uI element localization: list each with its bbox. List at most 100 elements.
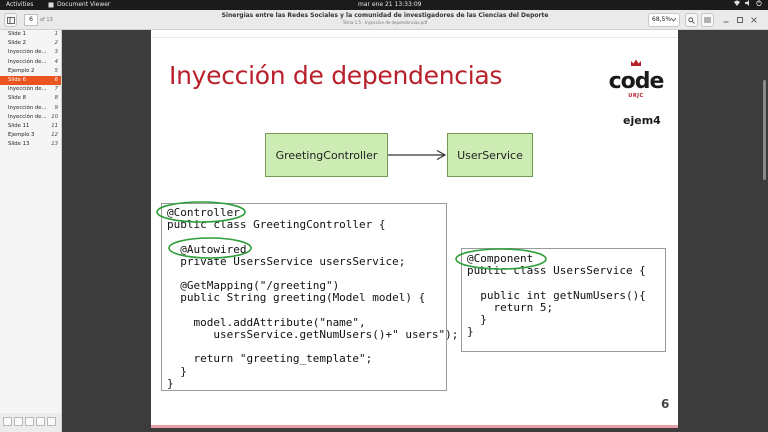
code-line: public class UsersService { — [467, 264, 646, 278]
document-viewer-icon — [48, 2, 54, 8]
service-code-block: @Component public class UsersService { pu… — [461, 248, 666, 352]
code-line: private UsersService usersService; — [167, 254, 406, 268]
code-line: @Controller — [167, 206, 240, 219]
attachments-mode-icon[interactable] — [36, 417, 45, 426]
user-service-box: UserService — [447, 133, 533, 177]
outline-item-page: 3 — [54, 49, 58, 56]
clock[interactable]: mar ene 21 13:33:09 — [358, 0, 421, 10]
system-tray[interactable] — [734, 0, 762, 6]
code-line: public String greeting(Model model) { — [167, 291, 426, 305]
thumbnails-mode-icon[interactable] — [3, 417, 12, 426]
outline-item-label: Slide 8 — [8, 95, 26, 102]
outline-mode-icon[interactable] — [14, 417, 23, 426]
app-name: Document Viewer — [57, 1, 111, 8]
zoom-selector[interactable]: 68,5% — [648, 13, 680, 27]
outline-item-page: 7 — [54, 86, 58, 93]
outline-item[interactable]: Inyección de... 10 — [0, 113, 61, 122]
volume-icon — [745, 0, 749, 6]
crown-icon — [631, 59, 641, 66]
example-tag: ejem4 — [623, 114, 661, 127]
close-button[interactable] — [748, 13, 759, 27]
sidebar-icon — [6, 16, 15, 24]
outline-item-page: 8 — [54, 95, 58, 102]
dependency-arrow — [388, 149, 447, 161]
search-icon — [688, 16, 695, 24]
logo-word: code — [608, 69, 665, 94]
outline-list: Slide 1 1 Slide 2 2 Inyección de... 3 Inyecció… — [0, 30, 61, 149]
power-icon — [756, 0, 762, 6]
outline-item[interactable]: Slide 8 8 — [0, 94, 61, 103]
greeting-controller-box: GreetingController — [265, 133, 388, 177]
close-icon — [750, 17, 757, 23]
previous-page-edge — [151, 30, 678, 38]
outline-item-page: 10 — [51, 113, 58, 120]
code-line: public class GreetingController { — [167, 218, 386, 232]
outline-item-page: 13 — [51, 141, 58, 148]
system-top-bar: Activities Document Viewer mar ene 21 13… — [0, 0, 768, 10]
hamburger-icon — [704, 17, 711, 23]
menu-button[interactable] — [701, 13, 714, 27]
maximize-button[interactable] — [734, 13, 745, 27]
code-line: } — [167, 364, 187, 378]
outline-item[interactable]: Inyección de... 9 — [0, 104, 61, 113]
controller-code-block: @Controller public class GreetingControll… — [161, 203, 458, 391]
pdf-page: Inyección de dependencias code URJC ejem… — [151, 30, 678, 428]
code-line: return 5; — [467, 300, 554, 314]
outline-item-page: 11 — [51, 122, 58, 129]
code-line: usersService.getNumUsers()+" users"); — [167, 328, 459, 341]
code-line: public int getNumUsers(){ — [467, 288, 646, 302]
code-line: @Component — [467, 252, 534, 265]
annotations-mode-icon[interactable] — [25, 417, 34, 426]
outline-item[interactable]: Inyección de... 7 — [0, 85, 61, 94]
slide-title: Inyección de dependencias — [169, 61, 503, 90]
outline-item-label: Slide 6 — [8, 76, 26, 83]
outline-item-page: 5 — [54, 67, 58, 74]
search-button[interactable] — [685, 13, 698, 27]
outline-item-label: Slide 1 — [8, 31, 26, 37]
outline-item[interactable]: Slide 11 11 — [0, 122, 61, 131]
layers-mode-icon[interactable] — [47, 417, 56, 426]
chevron-down-icon — [671, 18, 676, 22]
document-filename: Tema 1.5 - Inyeccion de dependencias.pdf — [342, 20, 428, 25]
activities-button[interactable]: Activities — [6, 0, 33, 10]
outline-item[interactable]: Ejemplo 3 12 — [0, 131, 61, 140]
minimize-button[interactable] — [720, 13, 731, 27]
outline-item-label: Ejemplo 3 — [8, 132, 35, 139]
page-number-input[interactable]: 6 — [24, 14, 38, 26]
outline-sidebar: Slide 1 1 Slide 2 2 Inyección de... 3 Inyecció… — [0, 30, 62, 413]
code-line: } — [467, 325, 474, 339]
outline-item[interactable]: Slide 1 1 — [0, 30, 61, 39]
outline-item[interactable]: Slide 13 13 — [0, 140, 61, 149]
outline-item-label: Inyección de... — [8, 58, 47, 65]
outline-item-label: Inyección de... — [8, 49, 47, 56]
outline-item[interactable]: Slide 6 6 — [0, 75, 61, 86]
slide-page-number: 6 — [661, 397, 670, 411]
toggle-sidebar-button[interactable] — [4, 13, 17, 27]
outline-item-label: Inyección de... — [8, 104, 47, 111]
outline-item-label: Slide 2 — [8, 40, 26, 47]
page-total-label: of 13 — [40, 17, 53, 23]
outline-item-label: Inyección de... — [8, 86, 47, 93]
code-line: model.addAttribute("name", — [167, 315, 366, 329]
code-line: return "greeting_template"; — [167, 352, 373, 366]
code-urjc-logo: code URJC — [606, 52, 666, 99]
outline-item-page: 2 — [54, 40, 58, 47]
outline-item[interactable]: Inyección de... 3 — [0, 48, 61, 57]
window-title: Sinergias entre las Redes Sociales y la … — [190, 12, 580, 26]
outline-item-label: Slide 13 — [8, 141, 30, 148]
outline-item-page: 12 — [51, 132, 58, 139]
app-menu[interactable]: Document Viewer — [48, 0, 110, 10]
outline-item-page: 9 — [54, 104, 58, 111]
minimize-icon — [723, 21, 728, 23]
vertical-scrollbar[interactable] — [763, 80, 766, 180]
code-line: @Autowired — [167, 242, 247, 256]
outline-item[interactable]: Slide 2 2 — [0, 39, 61, 48]
page-bottom-rule — [151, 425, 678, 428]
outline-item-label: Ejemplo 2 — [8, 67, 35, 74]
outline-item-label: Slide 11 — [8, 122, 30, 129]
outline-item[interactable]: Ejemplo 2 5 — [0, 67, 61, 76]
outline-item-label: Inyección de... — [8, 113, 47, 120]
sidebar-mode-buttons — [0, 413, 62, 432]
outline-item[interactable]: Inyección de... 4 — [0, 58, 61, 67]
document-title: Sinergias entre las Redes Sociales y la … — [221, 12, 549, 19]
